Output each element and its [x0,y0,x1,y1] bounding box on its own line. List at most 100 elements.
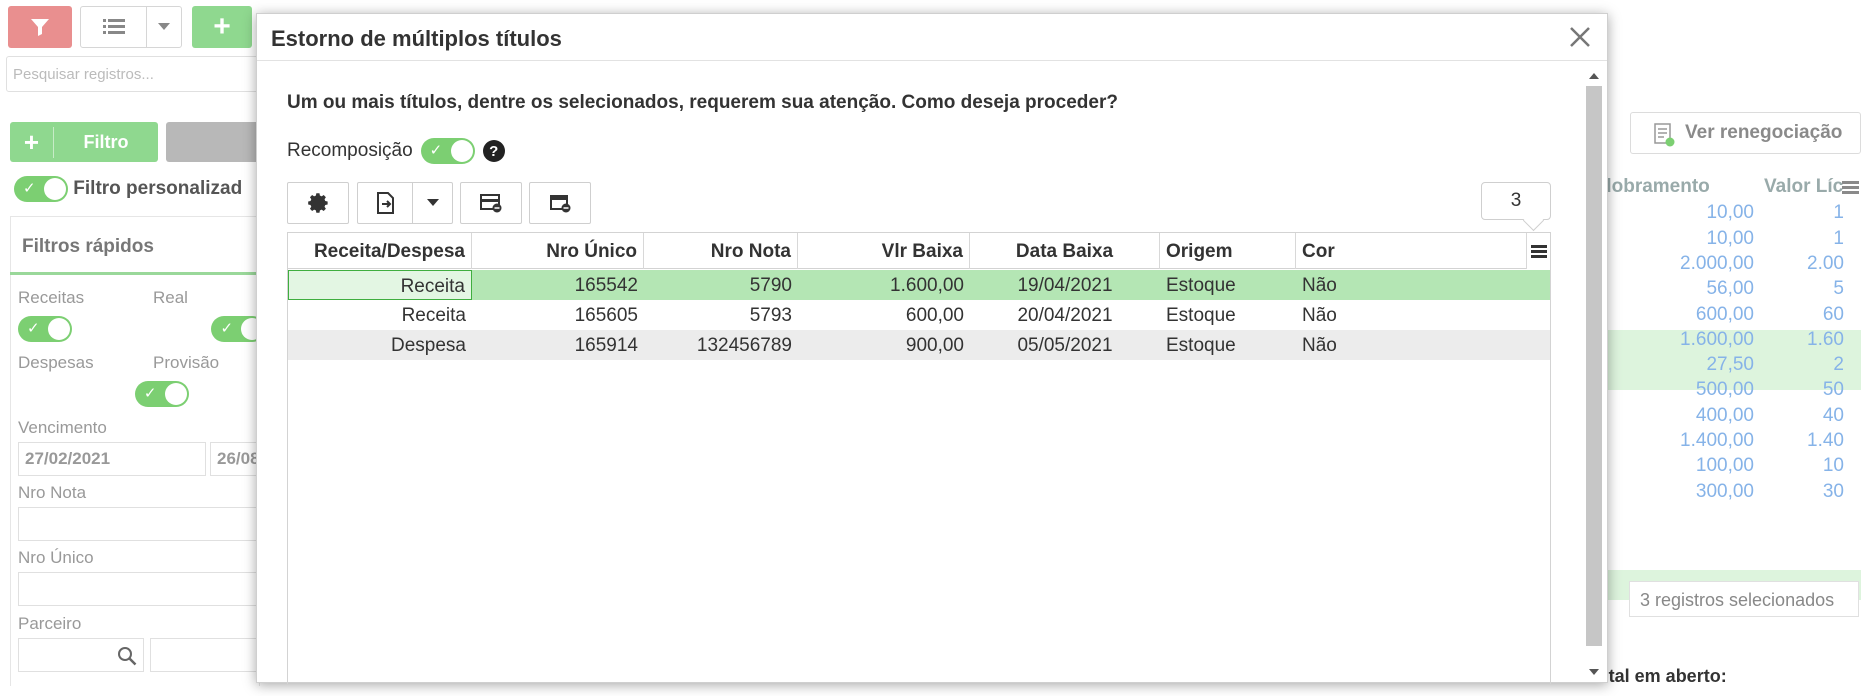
despesas-toggle[interactable]: ✓ [134,381,189,407]
column-menu-icon[interactable] [1840,180,1861,196]
cell-cor: Não [1302,335,1337,356]
close-button[interactable] [1563,20,1597,54]
estorno-dialog: Estorno de múltiplos títulos Um ou mais … [256,13,1608,684]
desdobramento-cell: 400,00 [1695,404,1754,426]
dialog-header: Estorno de múltiplos títulos [257,14,1607,61]
valor-liq-cell: 1.60 [1807,328,1844,350]
recomposicao-row: Recomposição ✓ ? [287,138,505,164]
col-origem[interactable]: Origem [1160,233,1296,269]
remove-item-button[interactable] [529,182,591,224]
scrollbar-thumb[interactable] [1586,86,1602,646]
valor-liq-cell: 1 [1833,227,1844,249]
view-mode-button[interactable] [80,6,182,48]
cell-data-baixa: 05/05/2021 [1017,335,1113,356]
vencimento-label: Vencimento [18,418,107,437]
dialog-title: Estorno de múltiplos títulos [271,26,562,51]
vertical-scrollbar[interactable] [1584,66,1604,682]
chevron-down-icon[interactable] [147,7,181,47]
cell-nro-nota: 5793 [749,305,792,326]
cell-vlr-baixa: 900,00 [905,335,964,356]
secondary-button[interactable] [166,122,260,162]
cell-vlr-baixa: 600,00 [905,305,964,326]
export-button[interactable] [357,182,453,224]
col-nro-unico[interactable]: Nro Único [472,233,644,269]
cell-data-baixa: 19/04/2021 [1017,275,1113,296]
nro-unico-input[interactable] [18,572,260,606]
custom-filter-row: ✓ Filtro personalizad [14,176,242,202]
selected-count-badge: 3 registros selecionados [1629,581,1859,617]
filter-toggle-button[interactable] [8,6,72,48]
vencimento-from-input[interactable]: 27/02/2021 [18,442,206,476]
search-icon[interactable] [117,646,137,666]
export-dropdown[interactable] [412,183,452,223]
valor-liq-cell: 60 [1822,303,1844,325]
parceiro-name-input[interactable] [150,638,260,672]
cell-nro-nota: 5790 [749,275,792,296]
quick-filters-title: Filtros rápidos [22,236,154,257]
export-icon [377,192,394,214]
plus-icon: + [213,10,231,43]
cell-nro-nota: 132456789 [696,335,792,356]
receitas-toggle[interactable]: ✓ [18,316,72,342]
desdobramento-cell: 27,50 [1706,354,1754,376]
valor-liq-cell: 1.40 [1807,430,1844,451]
col-valor-liq-header[interactable]: Valor Líc [1764,176,1843,198]
real-label: Real [153,288,188,307]
valor-liq-cell: 30 [1822,480,1844,502]
valor-liq-cell: 40 [1822,404,1844,426]
table-row[interactable]: Receita 165605 5793 600,00 20/04/2021 Estoque… [288,300,1550,330]
remove-filter-button[interactable] [460,182,522,224]
funnel-icon [31,19,49,36]
desdobramento-cell: 100,00 [1695,455,1754,477]
settings-button[interactable] [287,182,349,224]
valor-liq-cell: 10 [1822,455,1844,477]
nro-nota-label: Nro Nota [18,483,87,502]
list-icon [81,7,147,47]
column-menu-button[interactable] [1526,233,1550,269]
plus-icon: + [10,126,54,158]
nro-nota-input[interactable] [18,507,260,541]
cell-nro-unico: 165605 [574,305,638,326]
ver-renegociacao-button[interactable]: Ver renegociação [1630,112,1861,154]
valor-liq-cell: 1 [1833,202,1844,224]
cell-data-baixa: 20/04/2021 [1017,305,1113,326]
col-desdobramento-header[interactable]: dobramento [1600,176,1710,198]
scroll-down-arrow-icon[interactable] [1589,668,1599,676]
background-left-panel: + Pesquisar registros... + Filtro ✓ Filt… [0,0,383,696]
cell-cor: Não [1302,305,1337,326]
table-row[interactable]: Receita 165542 5790 1.600,00 19/04/2021 Estoq… [288,270,1550,300]
desdobramento-cell: 1.400,00 [1680,430,1754,451]
col-data-baixa[interactable]: Data Baixa [970,233,1160,269]
record-count-badge: 3 [1481,182,1551,220]
cell-receita-despesa: Despesa [391,335,466,356]
col-vlr-baixa[interactable]: Vlr Baixa [798,233,970,269]
recomposicao-label: Recomposição [287,140,413,161]
provisao-label: Provisão [153,353,220,372]
parceiro-input[interactable] [18,638,144,672]
col-cor[interactable]: Cor [1296,233,1550,269]
search-input[interactable]: Pesquisar registros... [6,56,260,92]
document-icon [1654,123,1675,147]
valor-liq-cell: 2.00 [1807,252,1844,274]
col-receita-despesa[interactable]: Receita/Despesa [288,233,472,269]
add-record-button[interactable]: + [192,6,252,48]
gear-icon [308,193,328,213]
col-nro-nota[interactable]: Nro Nota [644,233,798,269]
cell-nro-unico: 165542 [574,275,638,296]
help-icon[interactable]: ? [482,140,505,162]
total-aberto-label: Total em aberto: [1588,666,1727,686]
despesas-label: Despesas [18,353,94,372]
archive-remove-icon [550,195,571,213]
hamburger-icon [1530,245,1547,258]
scroll-up-arrow-icon[interactable] [1589,72,1599,80]
recomposicao-toggle[interactable]: ✓ [420,138,475,164]
vencimento-to-input[interactable]: 26/08 [210,442,260,476]
cell-receita-despesa: Receita [401,305,466,326]
custom-filter-toggle[interactable]: ✓ [14,176,68,202]
search-placeholder: Pesquisar registros... [13,66,154,83]
close-icon [1570,27,1590,47]
cell-origem: Estoque [1166,335,1236,356]
table-row[interactable]: Despesa 165914 132456789 900,00 05/05/2021 Es… [288,330,1550,360]
quick-filters-underline [10,272,260,275]
filter-button[interactable]: + Filtro [10,122,158,162]
